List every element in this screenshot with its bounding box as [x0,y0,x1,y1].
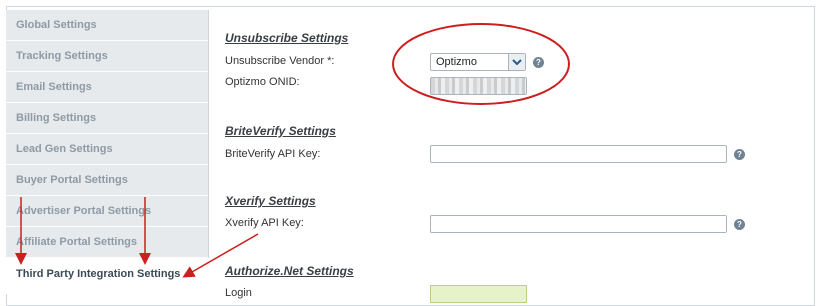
authorize-net-login-label: Login [225,287,252,299]
sidebar-item-buyer-portal-settings[interactable]: Buyer Portal Settings [6,165,208,196]
unsubscribe-vendor-select[interactable]: Optizmo [430,53,526,71]
help-icon[interactable]: ? [533,57,544,68]
sidebar-item-billing-settings[interactable]: Billing Settings [6,103,208,134]
sidebar-item-advertiser-portal-settings[interactable]: Advertiser Portal Settings [6,196,208,227]
xverify-api-key-input[interactable] [430,215,727,233]
optizmo-onid-input[interactable] [430,77,527,95]
sidebar-item-third-party-integration-settings[interactable]: Third Party Integration Settings [6,258,209,294]
briteverify-api-key-label: BriteVerify API Key: [225,148,321,160]
sidebar-item-lead-gen-settings[interactable]: Lead Gen Settings [6,134,208,165]
xverify-api-key-label: Xverify API Key: [225,217,304,229]
sidebar-item-affiliate-portal-settings[interactable]: Affiliate Portal Settings [6,227,208,258]
settings-content: Unsubscribe Settings Unsubscribe Vendor … [209,10,820,303]
settings-sidebar: Global Settings Tracking Settings Email … [6,10,209,294]
optizmo-onid-label: Optizmo ONID: [225,76,300,88]
authorize-net-settings-heading: Authorize.Net Settings [225,264,354,278]
briteverify-settings-heading: BriteVerify Settings [225,124,336,138]
xverify-settings-heading: Xverify Settings [225,194,316,208]
sidebar-item-global-settings[interactable]: Global Settings [6,10,208,41]
briteverify-api-key-input[interactable] [430,145,727,163]
authorize-net-login-input[interactable] [430,285,527,303]
chevron-down-icon[interactable] [508,54,525,70]
sidebar-item-email-settings[interactable]: Email Settings [6,72,208,103]
unsubscribe-settings-heading: Unsubscribe Settings [225,31,349,45]
help-icon[interactable]: ? [734,219,745,230]
unsubscribe-vendor-label: Unsubscribe Vendor *: [225,55,335,67]
sidebar-item-tracking-settings[interactable]: Tracking Settings [6,41,208,72]
help-icon[interactable]: ? [734,149,745,160]
unsubscribe-vendor-value: Optizmo [436,56,477,68]
